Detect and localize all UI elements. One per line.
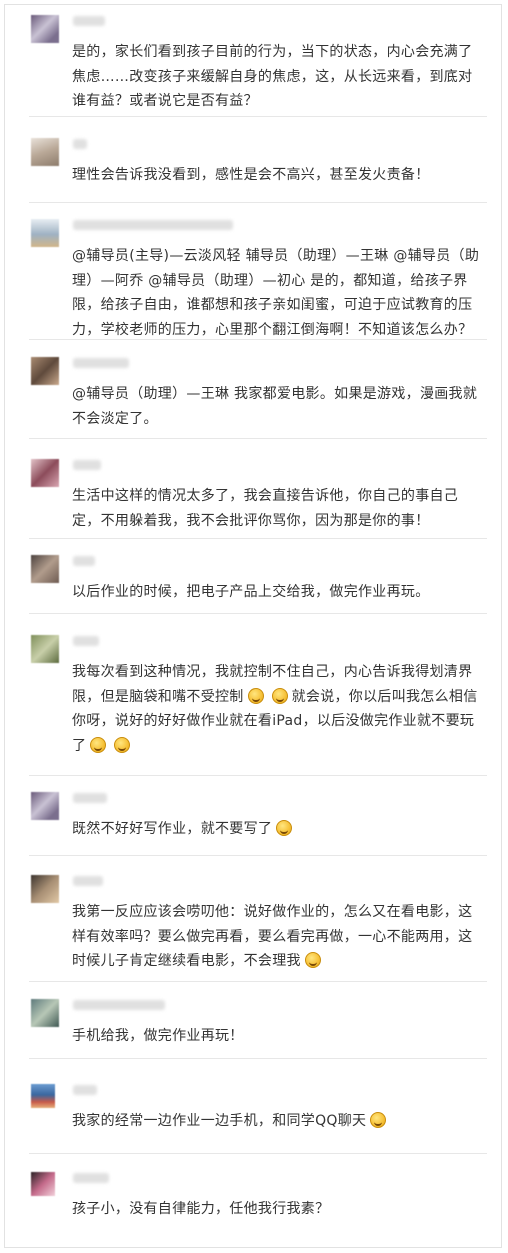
username[interactable] (73, 556, 95, 566)
comment-text: @辅导员（助理）—王琳 我家都爱电影。如果是游戏，漫画我就不会淡定了。 (72, 386, 478, 427)
username[interactable] (73, 358, 129, 368)
username[interactable] (73, 1000, 165, 1010)
laughing-emoji-icon (247, 687, 264, 704)
username[interactable] (73, 636, 99, 646)
username[interactable] (73, 460, 101, 470)
comment-text: 生活中这样的情况太多了，我会直接告诉他，你自己的事自己定，不用躲着我，我不会批评… (72, 488, 459, 529)
comment-text-part: 我家的经常一边作业一边手机，和同学QQ聊天 (72, 1113, 367, 1129)
divider (29, 538, 487, 539)
shocked-emoji-icon (276, 820, 293, 836)
avatar[interactable] (31, 1172, 55, 1196)
avatar[interactable] (31, 459, 59, 487)
avatar[interactable] (31, 357, 59, 385)
username[interactable] (73, 1085, 97, 1095)
comment-text-part: 我第一反应应该会唠叨他：说好做作业的，怎么又在看电影，这样有效率吗？要么做完再看… (72, 904, 473, 969)
divider (29, 855, 487, 856)
divider (29, 775, 487, 776)
comment-text-part: 既然不好好写作业，就不要写了 (72, 821, 273, 837)
comment-text: 理性会告诉我没看到，感性是会不高兴，甚至发火责备！ (72, 167, 430, 183)
avatar[interactable] (31, 635, 59, 663)
laughing-emoji-icon (304, 952, 321, 968)
avatar[interactable] (31, 875, 59, 903)
divider (29, 981, 487, 982)
username[interactable] (73, 1173, 109, 1183)
divider (29, 438, 487, 439)
comment-text: 手机给我，做完作业再玩！ (72, 1028, 244, 1044)
comment-text: 既然不好好写作业，就不要写了 (72, 817, 483, 842)
laughing-emoji-icon (370, 1112, 387, 1128)
comment-list: 是的，家长们看到孩子目前的行为，当下的状态，内心会充满了焦虑……改变孩子来缓解自… (4, 4, 502, 1248)
avatar[interactable] (31, 792, 59, 820)
laughing-emoji-icon (90, 736, 107, 753)
avatar[interactable] (31, 15, 59, 43)
divider (29, 1058, 487, 1059)
comment-text: 我家的经常一边作业一边手机，和同学QQ聊天 (72, 1109, 483, 1134)
avatar[interactable] (31, 555, 59, 583)
username[interactable] (73, 139, 87, 149)
comment-text: 我第一反应应该会唠叨他：说好做作业的，怎么又在看电影，这样有效率吗？要么做完再看… (72, 900, 483, 974)
comment-text: 以后作业的时候，把电子产品上交给我，做完作业再玩。 (72, 584, 430, 600)
username[interactable] (73, 876, 103, 886)
avatar[interactable] (31, 999, 59, 1027)
username[interactable] (73, 220, 233, 230)
comment-text: @辅导员(主导)—云淡风轻 辅导员（助理）—王琳 @辅导员（助理）—阿乔 @辅导… (72, 248, 480, 338)
avatar[interactable] (31, 138, 59, 166)
laughing-emoji-icon (114, 736, 131, 753)
comment-text: 孩子小，没有自律能力，任他我行我素？ (72, 1201, 330, 1217)
divider (29, 116, 487, 117)
laughing-emoji-icon (271, 687, 288, 704)
avatar[interactable] (31, 219, 59, 247)
avatar[interactable] (31, 1084, 55, 1108)
username[interactable] (73, 793, 107, 803)
divider (29, 1153, 487, 1154)
username[interactable] (73, 16, 105, 26)
divider (29, 613, 487, 614)
divider (29, 339, 487, 340)
comment-text: 是的，家长们看到孩子目前的行为，当下的状态，内心会充满了焦虑……改变孩子来缓解自… (72, 44, 473, 109)
divider (29, 202, 487, 203)
comment-text: 我每次看到这种情况，我就控制不住自己，内心告诉我得划清界限，但是脑袋和嘴不受控制… (72, 660, 483, 758)
